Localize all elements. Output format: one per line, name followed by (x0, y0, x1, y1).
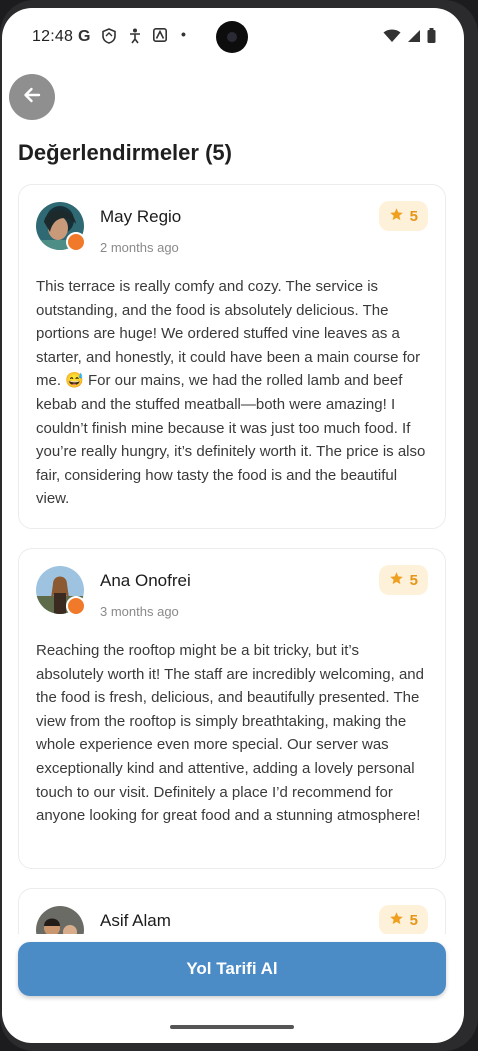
review-card: May Regio 2 months ago 5 This terrace is… (18, 184, 446, 529)
shield-icon (102, 28, 116, 47)
rating-value: 5 (409, 571, 418, 589)
system-icons (383, 28, 436, 48)
accessibility-icon (129, 28, 141, 47)
get-directions-button[interactable]: Yol Tarifi Al (18, 942, 446, 996)
review-time: 2 months ago (100, 240, 179, 255)
review-card: Ana Onofrei 3 months ago 5 Reaching the … (18, 548, 446, 869)
review-card: Asif Alam 5 (18, 888, 446, 934)
star-icon (389, 911, 404, 930)
review-list[interactable]: May Regio 2 months ago 5 This terrace is… (18, 184, 446, 934)
google-icon: G (78, 28, 91, 45)
notification-app-icon (153, 28, 167, 45)
review-text: Reaching the rooftop might be a bit tric… (36, 642, 424, 825)
review-text: This terrace is really comfy and cozy. T… (36, 278, 426, 508)
rating-badge: 5 (378, 201, 428, 231)
battery-icon (427, 28, 436, 48)
status-bar: 12:48 G • (2, 8, 464, 64)
rating-value: 5 (409, 207, 418, 225)
avatar (36, 906, 84, 934)
rating-badge: 5 (378, 905, 428, 934)
reviewer-name: May Regio (100, 207, 182, 226)
home-indicator[interactable] (170, 1025, 294, 1029)
page-title: Değerlendirmeler (5) (18, 140, 232, 165)
reviewer-name: Asif Alam (100, 911, 171, 930)
local-guide-badge-icon (66, 596, 86, 616)
phone-frame: 12:48 G • Değerlendirmeler (5) May Regio… (0, 0, 478, 1051)
signal-icon (407, 29, 421, 48)
star-icon (389, 571, 404, 590)
screen: 12:48 G • Değerlendirmeler (5) May Regio… (2, 8, 464, 1043)
rating-badge: 5 (378, 565, 428, 595)
more-notifications-dot-icon: • (181, 26, 186, 42)
star-icon (389, 207, 404, 226)
local-guide-badge-icon (66, 232, 86, 252)
arrow-left-icon (22, 85, 42, 110)
back-button[interactable] (9, 74, 55, 120)
wifi-icon (383, 29, 401, 48)
rating-value: 5 (409, 911, 418, 929)
review-time: 3 months ago (100, 604, 179, 619)
reviewer-name: Ana Onofrei (100, 571, 191, 590)
front-camera (216, 21, 248, 53)
status-time: 12:48 (32, 28, 74, 45)
